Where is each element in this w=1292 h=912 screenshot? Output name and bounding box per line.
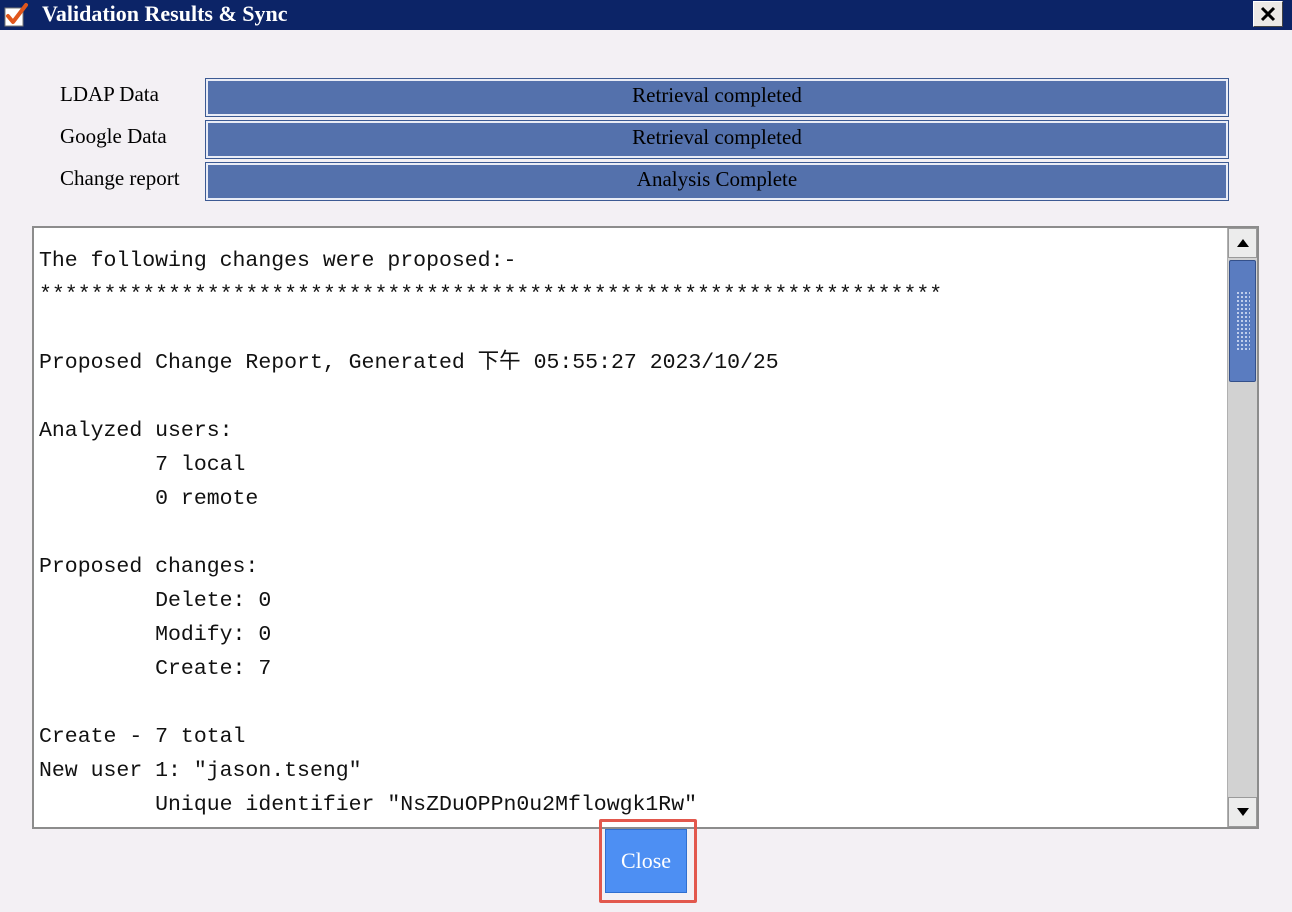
report-line: Modify: 0 bbox=[39, 623, 272, 647]
report-line: Create - 7 total bbox=[39, 725, 246, 749]
report-line: Proposed Change Report, Generated 下午 05:… bbox=[39, 351, 779, 375]
scroll-up-button[interactable] bbox=[1228, 228, 1257, 258]
vertical-scrollbar[interactable] bbox=[1227, 228, 1257, 827]
report-line: Analyzed users: bbox=[39, 419, 233, 443]
grip-icon bbox=[1236, 291, 1250, 351]
report-line: New user 1: "jason.tseng" bbox=[39, 759, 362, 783]
ldap-data-progress: Retrieval completed bbox=[205, 78, 1229, 117]
google-data-label: Google Data bbox=[60, 124, 167, 148]
title-bar: Validation Results & Sync bbox=[0, 0, 1292, 30]
report-line: Unique identifier "NsZDuOPPn0u2Mflowgk1R… bbox=[39, 793, 698, 817]
report-line: Proposed changes: bbox=[39, 555, 259, 579]
close-icon[interactable] bbox=[1253, 1, 1283, 27]
window-title: Validation Results & Sync bbox=[42, 1, 288, 26]
report-line: Delete: 0 bbox=[39, 589, 272, 613]
report-textarea[interactable]: The following changes were proposed:- **… bbox=[32, 226, 1259, 829]
arrow-up-icon bbox=[1236, 239, 1249, 247]
change-report-label: Change report bbox=[60, 166, 180, 190]
scroll-thumb[interactable] bbox=[1229, 260, 1256, 382]
report-line: 0 remote bbox=[39, 487, 259, 511]
report-line: The following changes were proposed:- bbox=[39, 249, 517, 273]
checkmark-icon bbox=[4, 2, 30, 28]
close-button[interactable]: Close bbox=[605, 829, 687, 893]
report-line: 7 local bbox=[39, 453, 246, 477]
report-line: ****************************************… bbox=[39, 283, 943, 307]
arrow-down-icon bbox=[1236, 808, 1249, 816]
report-text: The following changes were proposed:- **… bbox=[39, 244, 1224, 822]
google-data-progress: Retrieval completed bbox=[205, 120, 1229, 159]
report-line: Create: 7 bbox=[39, 657, 272, 681]
change-report-progress: Analysis Complete bbox=[205, 162, 1229, 201]
scroll-down-button[interactable] bbox=[1228, 797, 1257, 827]
ldap-data-label: LDAP Data bbox=[60, 82, 159, 106]
